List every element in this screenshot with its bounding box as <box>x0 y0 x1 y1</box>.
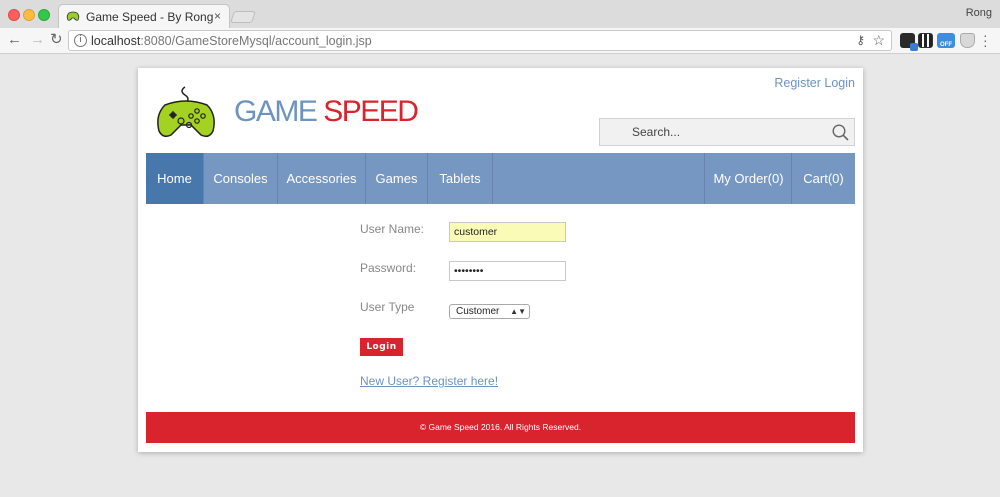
bookmark-star-icon[interactable]: ☆ <box>872 32 885 49</box>
username-field[interactable] <box>449 222 566 242</box>
gamepad-logo-icon <box>155 83 217 141</box>
browser-toolbar: ← → ↻ i localhost:8080/GameStoreMysql/ac… <box>0 28 1000 54</box>
shield-extension-icon[interactable] <box>960 33 975 48</box>
usertype-label: User Type <box>360 300 415 314</box>
register-link[interactable]: Register <box>774 76 821 90</box>
site-title-part1: GAME <box>234 95 318 128</box>
login-link[interactable]: Login <box>824 76 855 90</box>
window-zoom-button[interactable] <box>38 9 50 21</box>
nav-tablets[interactable]: Tablets <box>428 153 493 204</box>
nav-cart[interactable]: Cart(0) <box>791 153 855 204</box>
window-close-button[interactable] <box>8 9 20 21</box>
usertype-select[interactable]: Customer ▲▼ <box>449 304 530 319</box>
url-path: :8080/GameStoreMysql/account_login.jsp <box>140 34 372 48</box>
search-input[interactable] <box>601 120 825 144</box>
search-box <box>599 118 855 146</box>
nav-my-order[interactable]: My Order(0) <box>704 153 792 204</box>
address-bar[interactable]: i localhost:8080/GameStoreMysql/account_… <box>68 30 892 51</box>
nav-games[interactable]: Games <box>366 153 428 204</box>
profile-name[interactable]: Rong <box>966 7 992 19</box>
site-title-part2: SPEED <box>316 95 419 128</box>
search-icon[interactable] <box>831 123 850 142</box>
nav-consoles[interactable]: Consoles <box>204 153 278 204</box>
footer: © Game Speed 2016. All Rights Reserved. <box>146 412 855 443</box>
select-chevron-icon: ▲▼ <box>510 307 526 316</box>
extension-off-label: OFF <box>940 42 952 48</box>
usertype-selected: Customer <box>456 306 500 317</box>
page-container: GAME SPEED Register Login Home Consoles … <box>138 68 863 452</box>
key-icon[interactable]: ⚷ <box>856 33 865 47</box>
reload-icon[interactable]: ↻ <box>50 31 63 49</box>
tab-title: Game Speed - By Rong <box>86 10 214 24</box>
browser-menu-icon[interactable]: · · · <box>983 28 988 52</box>
off-extension-icon[interactable]: OFF <box>937 33 955 48</box>
nav-home[interactable]: Home <box>146 153 204 204</box>
browser-tab[interactable]: Game Speed - By Rong × <box>58 4 230 28</box>
login-button[interactable]: Login <box>360 338 403 356</box>
password-field[interactable] <box>449 261 566 281</box>
new-user-register-link[interactable]: New User? Register here! <box>360 374 498 388</box>
gamepad-favicon-icon <box>66 11 80 21</box>
info-icon[interactable]: i <box>74 34 87 47</box>
username-label: User Name: <box>360 222 425 236</box>
footer-copyright: © Game Speed 2016. All Rights Reserved. <box>419 422 582 432</box>
url-text[interactable]: localhost:8080/GameStoreMysql/account_lo… <box>91 34 372 48</box>
qr-code-extension-icon[interactable] <box>918 33 933 48</box>
password-label: Password: <box>360 261 417 275</box>
account-links: Register Login <box>774 76 855 90</box>
back-arrow-icon[interactable]: ← <box>7 31 22 49</box>
url-host: localhost <box>91 34 141 48</box>
extension-1-icon[interactable] <box>900 33 918 51</box>
nav-accessories[interactable]: Accessories <box>278 153 366 204</box>
tab-close-icon[interactable]: × <box>214 9 221 23</box>
browser-titlebar: Game Speed - By Rong × Rong <box>0 0 1000 28</box>
main-nav: Home Consoles Accessories Games Tablets … <box>146 153 855 204</box>
new-tab-button[interactable] <box>230 11 256 23</box>
forward-arrow-icon[interactable]: → <box>30 31 45 49</box>
window-minimize-button[interactable] <box>23 9 35 21</box>
site-title: GAME SPEED <box>234 95 419 129</box>
